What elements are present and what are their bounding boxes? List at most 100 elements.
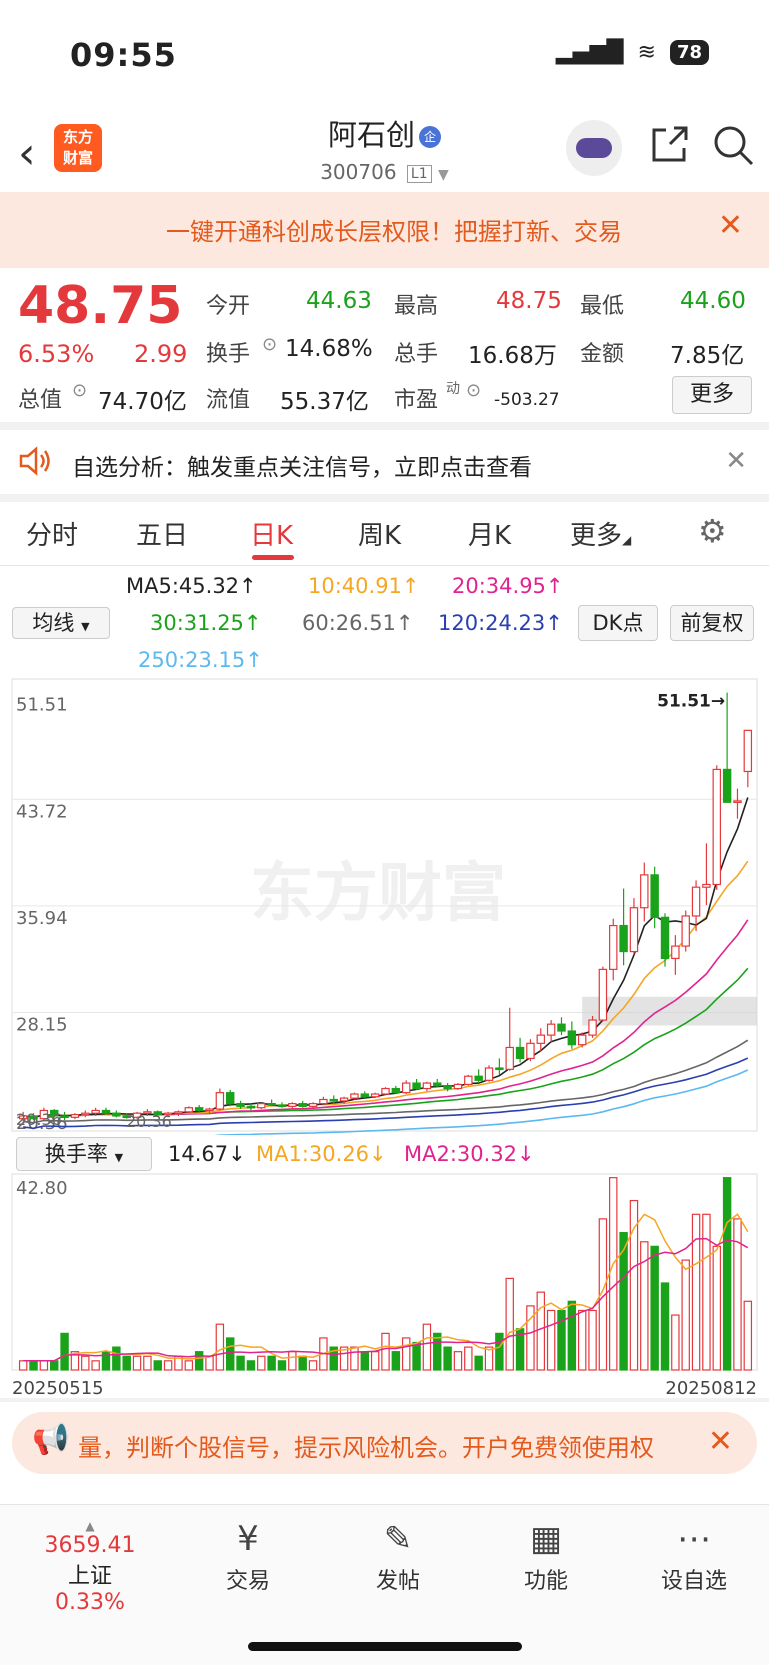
enterprise-badge: 企 [419, 126, 441, 148]
nav-trade-label: 交易 [225, 1569, 270, 1594]
candle-body [691, 886, 701, 917]
cellular-signal-icon: ▂▄▆█ [555, 40, 624, 65]
info-icon[interactable]: ⊙ [72, 380, 87, 401]
turnover-bar [122, 1355, 131, 1371]
turnover-bar [308, 1360, 318, 1371]
nav-post-label: 发帖 [375, 1569, 420, 1594]
search-icon[interactable] [712, 124, 754, 176]
candle-body [546, 1023, 556, 1036]
turnover-bar [567, 1300, 577, 1371]
candle-body [443, 1085, 452, 1090]
turnover-bar [629, 1199, 639, 1371]
candle-body [577, 1034, 587, 1046]
nav-functions[interactable]: ▦ 功能 [486, 1519, 606, 1595]
candle-body [515, 1046, 525, 1060]
candle-body [464, 1075, 473, 1086]
tab-weekly-k[interactable]: 周K [358, 515, 401, 552]
speaker-icon [18, 446, 52, 483]
close-icon[interactable]: ✕ [708, 1424, 733, 1459]
candle-body [184, 1107, 194, 1113]
indicator-select[interactable]: 换手率 ▼ [16, 1137, 152, 1171]
promo2-text: 量，判断个股信号，提示风险机会。开户免费领使用权 [78, 1434, 654, 1462]
gear-icon[interactable]: ⚙ [698, 512, 727, 550]
close-icon[interactable]: ✕ [718, 208, 743, 243]
candle-body [743, 729, 753, 773]
candle-body [609, 924, 618, 970]
min-price-label: 20.36 [16, 1110, 62, 1129]
pe-label: 市盈 [394, 388, 439, 413]
nav-trade[interactable]: ¥ 交易 [188, 1519, 308, 1595]
turnover-bar [588, 1309, 597, 1371]
turnover-bar [536, 1291, 546, 1371]
candle-body [495, 1067, 504, 1071]
turnover-bar [267, 1355, 276, 1371]
tab-monthly-k[interactable]: 月K [468, 515, 511, 552]
more-button[interactable]: 更多 [672, 376, 752, 414]
dk-point-button[interactable]: DK点 [578, 605, 658, 641]
alert-text[interactable]: 自选分析：触发重点关注信号，立即点击查看 [72, 448, 532, 482]
candle-body [370, 1093, 380, 1098]
float-label: 流值 [206, 388, 251, 413]
candle-body [722, 768, 732, 803]
turnover-bar [464, 1346, 473, 1371]
tab-intraday[interactable]: 分时 [26, 515, 78, 552]
y-tick-label: 28.15 [16, 1015, 68, 1036]
info-icon[interactable]: ⊙ [466, 380, 481, 401]
candle-body [236, 1103, 245, 1107]
chevron-down-icon: ▼ [438, 167, 449, 183]
candle-body [329, 1098, 338, 1102]
current-price: 48.75 [18, 276, 183, 336]
turnover-bar [401, 1337, 411, 1371]
kline-chart[interactable]: 东方财富 51.51 43.72 35.94 28.15 20.36 51.51→ 20.36… [0, 675, 769, 1135]
close-icon[interactable]: ✕ [725, 446, 747, 476]
max-price-label: 51.51→ [657, 692, 725, 712]
index-name: 上证 [67, 1564, 112, 1589]
candle-body [308, 1103, 318, 1107]
turnover-chart[interactable]: 42.80 20250515 20250812 [0, 1168, 769, 1398]
ma5-line [23, 797, 749, 1119]
turnover-bar [18, 1360, 28, 1371]
tab-daily-k[interactable]: 日K [250, 515, 293, 552]
candle-body [629, 907, 639, 953]
candle-body [288, 1103, 297, 1107]
candle-body [257, 1103, 266, 1109]
float-value: 55.37亿 [280, 389, 369, 415]
turnover-bar [163, 1360, 173, 1371]
tab-five-day[interactable]: 五日 [136, 515, 188, 552]
candle-body [267, 1103, 276, 1106]
candle-body [422, 1082, 432, 1090]
turnover-bar [288, 1351, 297, 1371]
share-icon[interactable] [648, 124, 690, 176]
tab-more[interactable]: 更多◢ [570, 515, 631, 552]
turnover-bar [50, 1360, 59, 1371]
nav-add-watchlist[interactable]: ⋯ 设自选 [634, 1519, 754, 1595]
candle-body [360, 1093, 370, 1098]
nav-post[interactable]: ✎ 发帖 [338, 1519, 458, 1595]
y-tick-label: 35.94 [16, 908, 68, 929]
index-ticker[interactable]: ▲ 3659.41 上证 0.33% [30, 1519, 150, 1615]
turnover-bar [81, 1355, 90, 1371]
battery-indicator: 78 [669, 40, 709, 65]
turnover-rate-value: 14.67↓ [168, 1142, 246, 1166]
volume-label: 总手 [394, 342, 439, 367]
pe-value: -503.27 [494, 390, 560, 410]
candle-body [681, 915, 690, 947]
ma-select[interactable]: 均线 ▼ [12, 607, 110, 639]
promo-banner[interactable]: 一键开通科创成长层权限！把握打新、交易 ✕ [0, 192, 769, 268]
nav-functions-label: 功能 [523, 1569, 568, 1594]
candle-body [453, 1083, 463, 1090]
candle-body [194, 1107, 204, 1112]
turnover-bar [39, 1360, 49, 1371]
fq-button[interactable]: 前复权 [670, 605, 754, 641]
ai-assistant-icon[interactable] [566, 120, 622, 176]
turnover-bar [743, 1300, 753, 1371]
signal-promo-banner[interactable]: 📢 量，判断个股信号，提示风险机会。开户免费领使用权 ✕ [12, 1412, 757, 1474]
candle-body [412, 1082, 421, 1090]
nav-add-watchlist-label: 设自选 [660, 1569, 727, 1594]
divider [0, 494, 769, 502]
turnover-bar [391, 1351, 401, 1371]
info-icon[interactable]: ⊙ [262, 334, 277, 355]
candle-body [319, 1098, 328, 1105]
turnover-bar [722, 1177, 732, 1371]
low-value: 44.60 [680, 288, 746, 314]
